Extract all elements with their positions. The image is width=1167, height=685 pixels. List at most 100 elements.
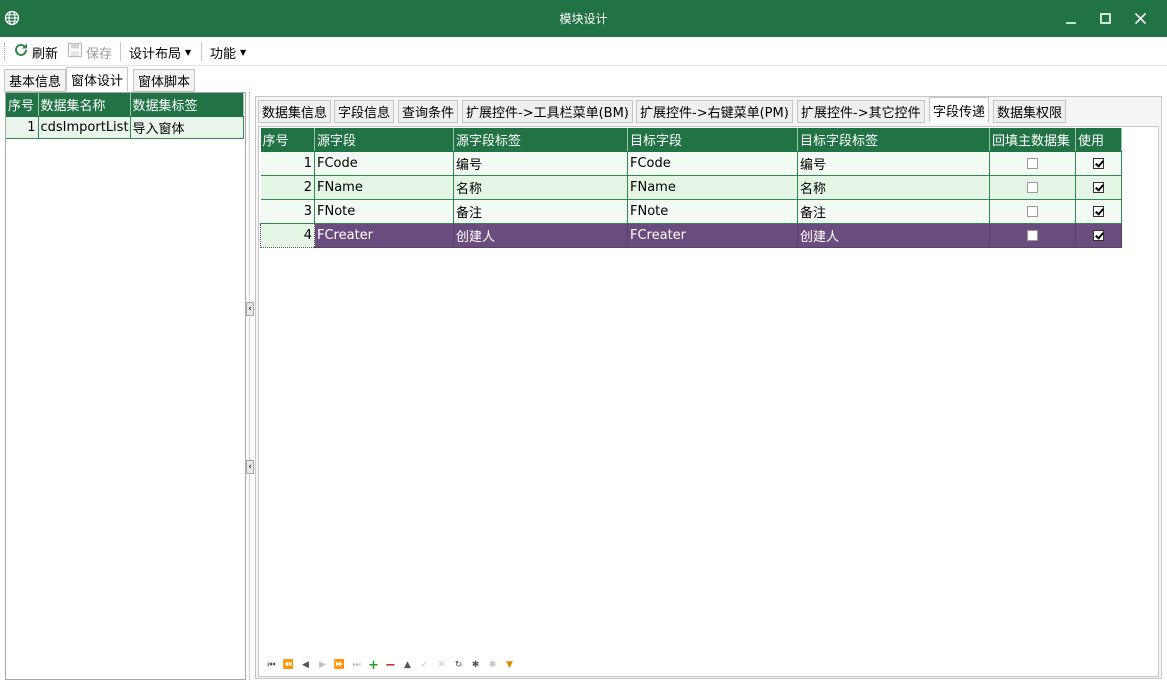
backfill-checkbox[interactable] xyxy=(1027,181,1038,193)
cell-target-field[interactable]: FName xyxy=(627,175,798,200)
cell-target-label[interactable]: 备注 xyxy=(797,199,990,224)
maximize-button[interactable] xyxy=(1085,0,1125,37)
column-header-target-label[interactable]: 目标字段标签 xyxy=(797,128,990,152)
cell-no[interactable]: 2 xyxy=(260,175,315,200)
cell-target-label[interactable]: 编号 xyxy=(797,151,990,176)
column-header-dataset-label[interactable]: 数据集标签 xyxy=(130,93,244,117)
edit-icon[interactable]: ▲ xyxy=(399,657,416,673)
cell-no[interactable]: 4 xyxy=(260,222,315,248)
cell-no[interactable]: 1 xyxy=(6,116,39,139)
use-checkbox[interactable] xyxy=(1093,157,1104,169)
cell-backfill xyxy=(989,151,1076,176)
post-icon[interactable]: ✓ xyxy=(416,657,433,673)
toolbar: 刷新 保存 设计布局 ▼ 功能 ▼ xyxy=(0,37,1167,66)
close-button[interactable] xyxy=(1120,0,1160,37)
refresh-icon[interactable]: ↻ xyxy=(450,657,467,673)
cell-source-field[interactable]: FNote xyxy=(314,199,454,224)
cell-dataset-label[interactable]: 导入窗体 xyxy=(130,116,244,139)
tab-field-transfer[interactable]: 字段传递 xyxy=(929,97,990,123)
cell-target-field[interactable]: FNote xyxy=(627,199,798,224)
table-row[interactable]: 3 FNote 备注 FNote 备注 xyxy=(260,199,1122,224)
table-row[interactable]: 1 cdsImportList 导入窗体 xyxy=(6,116,244,139)
goto-bookmark-icon[interactable]: ✱ xyxy=(484,657,501,673)
cell-source-label[interactable]: 编号 xyxy=(453,151,628,176)
use-checkbox[interactable] xyxy=(1093,205,1104,217)
refresh-button[interactable]: 刷新 xyxy=(13,42,58,62)
table-row[interactable]: 2 FName 名称 FName 名称 xyxy=(260,175,1122,200)
save-icon xyxy=(67,42,83,62)
first-icon[interactable]: ⏮ xyxy=(263,657,280,673)
save-button[interactable]: 保存 xyxy=(67,42,112,62)
tab-dataset-info[interactable]: 数据集信息 xyxy=(258,100,332,123)
column-header-source-field[interactable]: 源字段 xyxy=(314,128,454,152)
column-header-dataset-name[interactable]: 数据集名称 xyxy=(38,93,131,117)
next-page-icon[interactable]: ⏩ xyxy=(331,657,348,673)
cell-source-field[interactable]: FName xyxy=(314,175,454,200)
tab-field-info[interactable]: 字段信息 xyxy=(334,100,395,123)
filter-icon[interactable]: ▼ xyxy=(501,657,518,673)
use-checkbox[interactable] xyxy=(1093,181,1104,193)
main-tabs: 基本信息 窗体设计 窗体脚本 xyxy=(0,67,1167,92)
save-label: 保存 xyxy=(86,46,113,62)
close-icon xyxy=(1134,13,1146,24)
cell-source-label[interactable]: 备注 xyxy=(453,199,628,224)
column-header-use[interactable]: 使用 xyxy=(1075,128,1122,152)
sub-tabs: 数据集信息 字段信息 查询条件 扩展控件->工具栏菜单(BM) 扩展控件->右键… xyxy=(256,97,1161,123)
grid-navigator: ⏮ ⏪ ◀ ▶ ⏩ ⏭ + − ▲ ✓ ✕ ↻ ✱ ✱ ▼ xyxy=(263,657,518,673)
cell-no[interactable]: 3 xyxy=(260,199,315,224)
cell-target-field[interactable]: FCreater xyxy=(627,223,798,248)
remove-icon[interactable]: − xyxy=(382,657,399,673)
tab-query-conditions[interactable]: 查询条件 xyxy=(398,100,459,123)
tab-label: 数据集信息 xyxy=(262,106,328,121)
minimize-icon xyxy=(1066,21,1076,24)
tab-toolbar-menu[interactable]: 扩展控件->工具栏菜单(BM) xyxy=(462,100,633,123)
next-icon[interactable]: ▶ xyxy=(314,657,331,673)
add-icon[interactable]: + xyxy=(365,657,382,673)
prev-page-icon[interactable]: ⏪ xyxy=(280,657,297,673)
cell-target-label[interactable]: 名称 xyxy=(797,175,990,200)
column-header-source-label[interactable]: 源字段标签 xyxy=(453,128,628,152)
tab-label: 窗体脚本 xyxy=(138,75,191,90)
prev-icon[interactable]: ◀ xyxy=(297,657,314,673)
cell-target-field[interactable]: FCode xyxy=(627,151,798,176)
cell-source-field[interactable]: FCreater xyxy=(314,223,454,248)
tab-context-menu[interactable]: 扩展控件->右键菜单(PM) xyxy=(636,100,793,123)
cell-source-label[interactable]: 创建人 xyxy=(453,223,628,248)
cell-target-label[interactable]: 创建人 xyxy=(797,223,990,248)
cell-dataset-name[interactable]: cdsImportList xyxy=(38,116,131,139)
tab-form-design[interactable]: 窗体设计 xyxy=(66,67,129,92)
cell-source-label[interactable]: 名称 xyxy=(453,175,628,200)
backfill-checkbox[interactable] xyxy=(1027,205,1038,217)
tab-label: 扩展控件->工具栏菜单(BM) xyxy=(466,106,629,121)
tab-basic-info[interactable]: 基本信息 xyxy=(4,69,67,92)
column-header-no[interactable]: 序号 xyxy=(260,128,315,152)
column-header-no[interactable]: 序号 xyxy=(6,93,39,117)
toolbar-separator xyxy=(120,42,121,61)
save-bookmark-icon[interactable]: ✱ xyxy=(467,657,484,673)
column-header-target-field[interactable]: 目标字段 xyxy=(627,128,798,152)
window-title: 模块设计 xyxy=(559,12,608,26)
collapse-left-icon[interactable]: ‹ xyxy=(246,460,254,474)
tab-dataset-permissions[interactable]: 数据集权限 xyxy=(993,100,1067,123)
toolbar-grip[interactable] xyxy=(4,43,6,61)
backfill-checkbox[interactable] xyxy=(1027,157,1038,169)
cancel-icon[interactable]: ✕ xyxy=(433,657,450,673)
tab-other-controls[interactable]: 扩展控件->其它控件 xyxy=(797,100,925,123)
cell-no[interactable]: 1 xyxy=(260,151,315,176)
chevron-down-icon: ▼ xyxy=(240,47,247,57)
layout-menu-button[interactable]: 设计布局 ▼ xyxy=(129,42,191,62)
function-menu-button[interactable]: 功能 ▼ xyxy=(210,42,246,62)
tab-form-script[interactable]: 窗体脚本 xyxy=(133,69,196,92)
layout-label: 设计布局 xyxy=(129,46,182,62)
use-checkbox[interactable] xyxy=(1093,229,1104,241)
table-row-selected[interactable]: 4 FCreater 创建人 FCreater 创建人 xyxy=(260,222,1122,248)
cell-source-field[interactable]: FCode xyxy=(314,151,454,176)
last-icon[interactable]: ⏭ xyxy=(348,657,365,673)
column-header-backfill[interactable]: 回填主数据集 xyxy=(989,128,1076,152)
panel-splitter[interactable]: ‹ ‹ xyxy=(246,92,254,680)
backfill-checkbox[interactable] xyxy=(1027,229,1038,241)
cell-use xyxy=(1075,175,1122,200)
cell-use xyxy=(1075,199,1122,224)
collapse-left-icon[interactable]: ‹ xyxy=(246,302,254,316)
table-row[interactable]: 1 FCode 编号 FCode 编号 xyxy=(260,151,1122,176)
